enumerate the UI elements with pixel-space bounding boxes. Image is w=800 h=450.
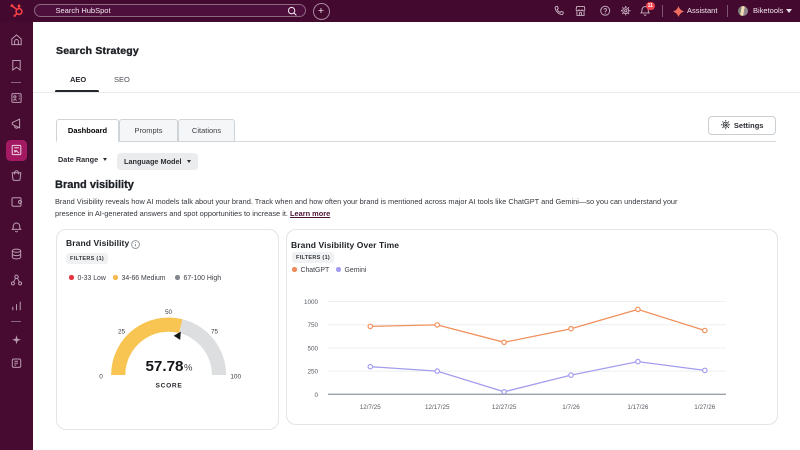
svg-text:%: %	[184, 362, 193, 373]
svg-text:25: 25	[118, 329, 126, 336]
svg-text:1/17/26: 1/17/26	[627, 404, 649, 411]
svg-text:1/27/26: 1/27/26	[694, 404, 716, 411]
svg-text:12/7/25: 12/7/25	[360, 404, 382, 411]
svg-text:1000: 1000	[304, 299, 319, 306]
svg-text:0: 0	[99, 374, 103, 381]
svg-text:100: 100	[230, 374, 241, 381]
svg-text:500: 500	[307, 345, 318, 352]
svg-text:SCORE: SCORE	[156, 382, 183, 389]
svg-text:75: 75	[211, 329, 219, 336]
svg-text:250: 250	[307, 369, 318, 376]
svg-text:12/17/25: 12/17/25	[425, 404, 450, 411]
svg-text:1/7/26: 1/7/26	[562, 404, 580, 411]
svg-text:50: 50	[165, 309, 173, 316]
svg-text:750: 750	[307, 322, 318, 329]
svg-text:12/27/25: 12/27/25	[492, 404, 517, 411]
svg-text:0: 0	[314, 392, 318, 399]
svg-text:57.78: 57.78	[145, 358, 183, 375]
